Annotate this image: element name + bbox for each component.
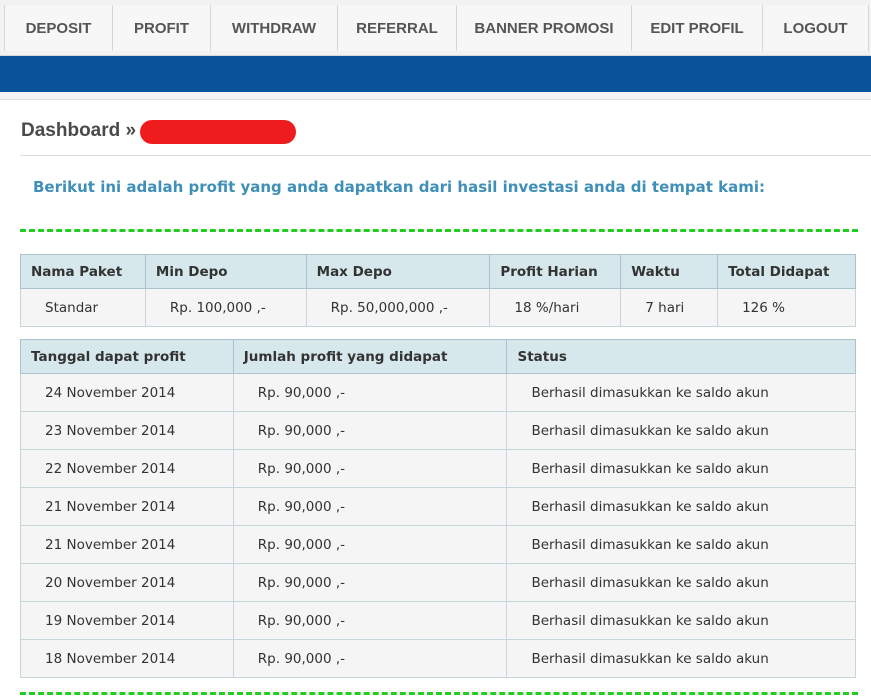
cell-max-depo: Rp. 50,000,000 ,-	[305, 288, 491, 327]
header-total-didapat: Total Didapat	[717, 254, 856, 289]
cell-date: 24 November 2014	[20, 373, 234, 412]
title-divider	[20, 155, 871, 156]
top-nav: DEPOSIT PROFIT WITHDRAW REFERRAL BANNER …	[0, 0, 871, 56]
table-row: 22 November 2014 Rp. 90,000 ,- Berhasil …	[20, 449, 856, 488]
cell-nama-paket: Standar	[20, 288, 146, 327]
nav-withdraw[interactable]: WITHDRAW	[210, 5, 338, 51]
cell-status: Berhasil dimasukkan ke saldo akun	[506, 525, 856, 564]
cell-status: Berhasil dimasukkan ke saldo akun	[506, 411, 856, 450]
cell-amount: Rp. 90,000 ,-	[232, 563, 508, 602]
header-min-depo: Min Depo	[144, 254, 307, 289]
cell-date: 20 November 2014	[20, 563, 234, 602]
package-header-row: Nama Paket Min Depo Max Depo Profit Hari…	[20, 254, 856, 289]
header-profit-harian: Profit Harian	[489, 254, 622, 289]
table-row: 21 November 2014 Rp. 90,000 ,- Berhasil …	[20, 525, 856, 564]
cell-amount: Rp. 90,000 ,-	[232, 449, 508, 488]
header-jumlah: Jumlah profit yang didapat	[232, 339, 508, 374]
cell-date: 19 November 2014	[20, 601, 234, 640]
header-nama-paket: Nama Paket	[20, 254, 146, 289]
profit-header-row: Tanggal dapat profit Jumlah profit yang …	[20, 339, 856, 374]
cell-amount: Rp. 90,000 ,-	[232, 525, 508, 564]
profit-history-table: Tanggal dapat profit Jumlah profit yang …	[20, 339, 856, 678]
table-row: 18 November 2014 Rp. 90,000 ,- Berhasil …	[20, 639, 856, 678]
header-tanggal: Tanggal dapat profit	[20, 339, 234, 374]
intro-text: Berikut ini adalah profit yang anda dapa…	[33, 178, 765, 196]
cell-date: 18 November 2014	[20, 639, 234, 678]
separator-bottom	[20, 692, 858, 695]
cell-date: 22 November 2014	[20, 449, 234, 488]
header-bar	[0, 56, 871, 92]
cell-status: Berhasil dimasukkan ke saldo akun	[506, 487, 856, 526]
nav-profit[interactable]: PROFIT	[112, 5, 211, 51]
cell-status: Berhasil dimasukkan ke saldo akun	[506, 563, 856, 602]
table-row: 23 November 2014 Rp. 90,000 ,- Berhasil …	[20, 411, 856, 450]
cell-total-didapat: 126 %	[717, 288, 856, 327]
package-table: Nama Paket Min Depo Max Depo Profit Hari…	[20, 254, 856, 327]
table-row: 20 November 2014 Rp. 90,000 ,- Berhasil …	[20, 563, 856, 602]
nav-edit-profil[interactable]: EDIT PROFIL	[631, 5, 763, 51]
cell-status: Berhasil dimasukkan ke saldo akun	[506, 373, 856, 412]
cell-status: Berhasil dimasukkan ke saldo akun	[506, 449, 856, 488]
table-row: 24 November 2014 Rp. 90,000 ,- Berhasil …	[20, 373, 856, 412]
table-row: 21 November 2014 Rp. 90,000 ,- Berhasil …	[20, 487, 856, 526]
cell-date: 21 November 2014	[20, 525, 234, 564]
cell-date: 23 November 2014	[20, 411, 234, 450]
header-max-depo: Max Depo	[305, 254, 491, 289]
nav-deposit[interactable]: DEPOSIT	[4, 5, 113, 51]
cell-amount: Rp. 90,000 ,-	[232, 411, 508, 450]
page-title: Dashboard »	[21, 120, 137, 141]
redacted-username	[140, 120, 296, 144]
header-waktu: Waktu	[620, 254, 719, 289]
cell-profit-harian: 18 %/hari	[489, 288, 622, 327]
cell-status: Berhasil dimasukkan ke saldo akun	[506, 601, 856, 640]
separator-top	[20, 229, 858, 232]
header-divider	[0, 92, 871, 100]
cell-status: Berhasil dimasukkan ke saldo akun	[506, 639, 856, 678]
nav-referral[interactable]: REFERRAL	[337, 5, 457, 51]
cell-amount: Rp. 90,000 ,-	[232, 373, 508, 412]
cell-amount: Rp. 90,000 ,-	[232, 639, 508, 678]
cell-date: 21 November 2014	[20, 487, 234, 526]
nav-logout[interactable]: LOGOUT	[762, 5, 869, 51]
cell-amount: Rp. 90,000 ,-	[232, 487, 508, 526]
nav-banner-promosi[interactable]: BANNER PROMOSI	[456, 5, 632, 51]
cell-waktu: 7 hari	[620, 288, 719, 327]
cell-min-depo: Rp. 100,000 ,-	[144, 288, 307, 327]
header-status: Status	[506, 339, 856, 374]
cell-amount: Rp. 90,000 ,-	[232, 601, 508, 640]
package-row: Standar Rp. 100,000 ,- Rp. 50,000,000 ,-…	[20, 288, 856, 327]
table-row: 19 November 2014 Rp. 90,000 ,- Berhasil …	[20, 601, 856, 640]
